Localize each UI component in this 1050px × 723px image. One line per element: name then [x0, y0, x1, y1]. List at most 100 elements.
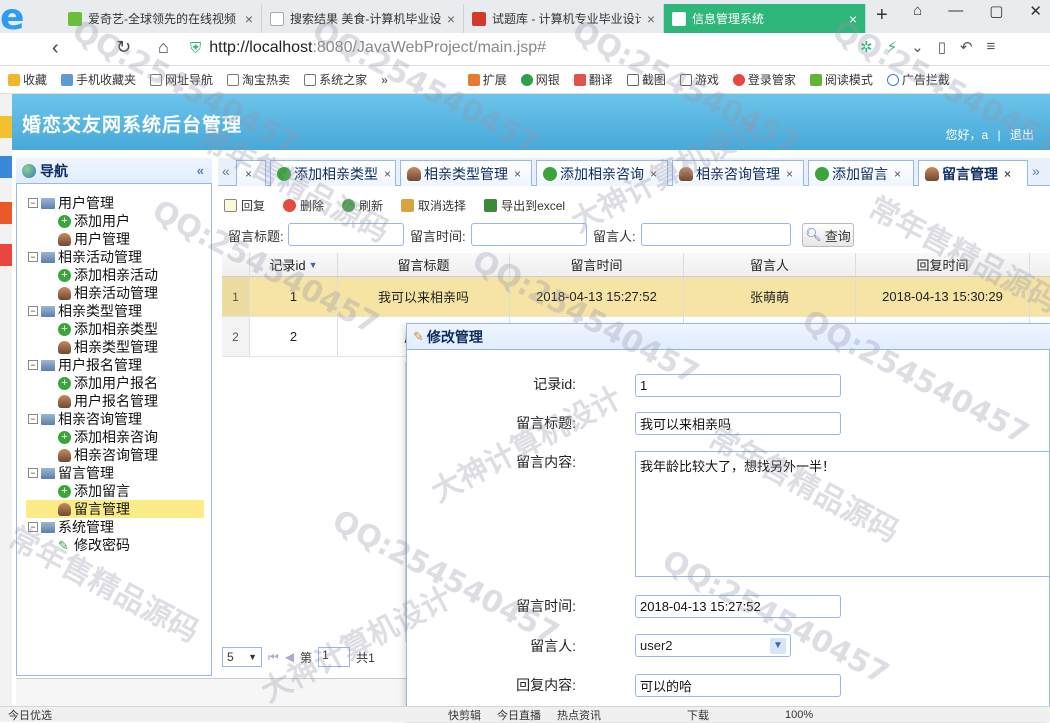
- menu-icon[interactable]: ≡: [987, 38, 996, 56]
- tree-item-add-message[interactable]: + 添加留言: [28, 482, 204, 500]
- sidebar-app-icon[interactable]: [0, 156, 12, 178]
- close-icon[interactable]: ×: [245, 11, 253, 27]
- maximize-icon[interactable]: ▢: [989, 2, 1003, 20]
- close-icon[interactable]: ×: [894, 167, 901, 181]
- minimize-icon[interactable]: —: [948, 2, 963, 20]
- back-icon[interactable]: ‹: [52, 37, 59, 60]
- tree-item-add-signup[interactable]: + 添加用户报名: [28, 374, 204, 392]
- close-icon[interactable]: ×: [647, 11, 655, 27]
- collapse-toggle-icon[interactable]: −: [28, 522, 38, 532]
- tab-message-manage[interactable]: 留言管理 ×: [918, 160, 1028, 186]
- browser-tab[interactable]: 爱奇艺-全球领先的在线视频 ×: [60, 4, 262, 33]
- close-icon[interactable]: ×: [1004, 167, 1011, 181]
- tab-add-type[interactable]: 添加相亲类型 ×: [270, 160, 396, 186]
- column-header-time[interactable]: 留言时间: [510, 253, 684, 276]
- lightning-icon[interactable]: ⚡: [887, 38, 898, 56]
- time-field[interactable]: 2018-04-13 15:27:52: [635, 595, 841, 618]
- sidebar-app-icon[interactable]: [0, 244, 12, 266]
- column-header-person[interactable]: 留言人: [684, 253, 856, 276]
- chevron-down-icon[interactable]: ▼: [770, 637, 786, 654]
- reply-button[interactable]: 回复: [224, 197, 265, 214]
- tool-screenshot[interactable]: 截图: [626, 71, 666, 88]
- refresh-button[interactable]: 刷新: [342, 197, 383, 214]
- tab-consult-manage[interactable]: 相亲咨询管理 ×: [672, 160, 804, 186]
- tree-group-type[interactable]: − 相亲类型管理: [28, 302, 204, 320]
- deselect-button[interactable]: 取消选择: [401, 197, 466, 214]
- reply-field[interactable]: 可以的哈: [635, 674, 841, 697]
- tree-item-change-password[interactable]: ✎ 修改密码: [28, 536, 204, 554]
- prev-page-icon[interactable]: ◀: [285, 650, 294, 664]
- tool-games[interactable]: 游戏: [679, 71, 719, 88]
- column-header-title[interactable]: 留言标题: [338, 253, 510, 276]
- tree-group-activity[interactable]: − 相亲活动管理: [28, 248, 204, 266]
- tool-extensions[interactable]: 扩展: [467, 71, 507, 88]
- search-time-input[interactable]: [471, 223, 587, 246]
- collapse-toggle-icon[interactable]: −: [28, 306, 38, 316]
- collapse-toggle-icon[interactable]: −: [28, 360, 38, 370]
- dropdown-icon[interactable]: ⌄: [911, 38, 924, 56]
- new-tab-button[interactable]: +: [876, 4, 888, 27]
- sidebar-app-icon[interactable]: [0, 202, 12, 224]
- person-select[interactable]: user2 ▼: [635, 634, 791, 657]
- tree-group-consult[interactable]: − 相亲咨询管理: [28, 410, 204, 428]
- bookmark-system[interactable]: 系统之家: [304, 71, 367, 88]
- tree-item-add-activity[interactable]: + 添加相亲活动: [28, 266, 204, 284]
- bookmark-mobile[interactable]: 手机收藏夹: [61, 71, 136, 88]
- collapse-toggle-icon[interactable]: −: [28, 468, 38, 478]
- tree-item-add-consult[interactable]: + 添加相亲咨询: [28, 428, 204, 446]
- collapse-toggle-icon[interactable]: −: [28, 252, 38, 262]
- status-news[interactable]: 热点资讯: [557, 707, 601, 723]
- status-live[interactable]: 今日直播: [497, 707, 541, 723]
- tree-item-consult-manage[interactable]: 相亲咨询管理: [28, 446, 204, 464]
- first-page-icon[interactable]: ⏮: [268, 650, 279, 665]
- tool-login[interactable]: 登录管家: [732, 71, 796, 88]
- page-size-select[interactable]: 5 ▼: [222, 647, 262, 667]
- close-icon[interactable]: ×: [849, 11, 857, 27]
- id-field[interactable]: 1: [635, 374, 841, 397]
- close-icon[interactable]: ×: [384, 167, 391, 181]
- close-icon[interactable]: ×: [245, 167, 252, 181]
- tool-bank[interactable]: 网银: [520, 71, 560, 88]
- close-icon[interactable]: ×: [786, 167, 793, 181]
- tree-item-add-user[interactable]: + 添加用户: [28, 212, 204, 230]
- tool-reader[interactable]: 阅读模式: [809, 71, 873, 88]
- table-row[interactable]: 1 1 我可以来相亲吗 2018-04-13 15:27:52 张萌萌 2018…: [222, 277, 1050, 317]
- tool-adblock[interactable]: 广告拦截: [886, 71, 950, 88]
- speed-icon[interactable]: ✲: [860, 38, 873, 56]
- tree-item-type-manage[interactable]: 相亲类型管理: [28, 338, 204, 356]
- tree-group-message[interactable]: − 留言管理: [28, 464, 204, 482]
- close-icon[interactable]: ×: [514, 167, 521, 181]
- reload-icon[interactable]: ↻: [116, 37, 131, 58]
- tree-item-user-manage[interactable]: 用户管理: [28, 230, 204, 248]
- column-header-id[interactable]: 记录id ▼: [250, 253, 338, 276]
- tab-add-consult[interactable]: 添加相亲咨询 ×: [536, 160, 668, 186]
- delete-button[interactable]: 删除: [283, 197, 324, 214]
- collapse-toggle-icon[interactable]: −: [28, 414, 38, 424]
- status-quick-edit[interactable]: 快剪辑: [448, 707, 481, 723]
- browser-tab[interactable]: 试题库 - 计算机专业毕业设计 ×: [464, 4, 664, 33]
- title-field[interactable]: 我可以来相亲吗: [635, 412, 841, 435]
- column-header-reply-time[interactable]: 回复时间: [856, 253, 1030, 276]
- logout-link[interactable]: 退出: [1010, 128, 1034, 142]
- tree-group-system[interactable]: − 系统管理: [28, 518, 204, 536]
- close-window-icon[interactable]: ✕: [1029, 2, 1042, 20]
- browser-tab[interactable]: 搜索结果 美食-计算机毕业设 ×: [262, 4, 464, 33]
- content-textarea[interactable]: 我年龄比较大了，想找另外一半！: [635, 451, 1050, 577]
- url-field[interactable]: ⛨ http://localhost :8080/JavaWebProject/…: [190, 36, 850, 60]
- bookmark-more[interactable]: »: [381, 73, 388, 87]
- sidebar-app-icon[interactable]: [0, 116, 12, 138]
- bookmark-navigation[interactable]: 网址导航: [150, 71, 213, 88]
- collapse-toggle-icon[interactable]: −: [28, 198, 38, 208]
- tree-item-add-type[interactable]: + 添加相亲类型: [28, 320, 204, 338]
- bookmark-favorites[interactable]: 收藏: [8, 71, 47, 88]
- search-title-input[interactable]: [288, 223, 404, 246]
- phone-icon[interactable]: ▯: [938, 38, 946, 56]
- undo-icon[interactable]: ↶: [960, 38, 973, 56]
- tree-item-signup-manage[interactable]: 用户报名管理: [28, 392, 204, 410]
- tree-group-signup[interactable]: − 用户报名管理: [28, 356, 204, 374]
- tree-item-message-manage[interactable]: 留言管理: [26, 500, 204, 518]
- query-button[interactable]: 🔍︎ 查询: [802, 223, 854, 247]
- status-today-pick[interactable]: 今日优选: [8, 707, 52, 723]
- close-icon[interactable]: ×: [447, 11, 455, 27]
- tab-scroll-left[interactable]: «: [222, 163, 230, 179]
